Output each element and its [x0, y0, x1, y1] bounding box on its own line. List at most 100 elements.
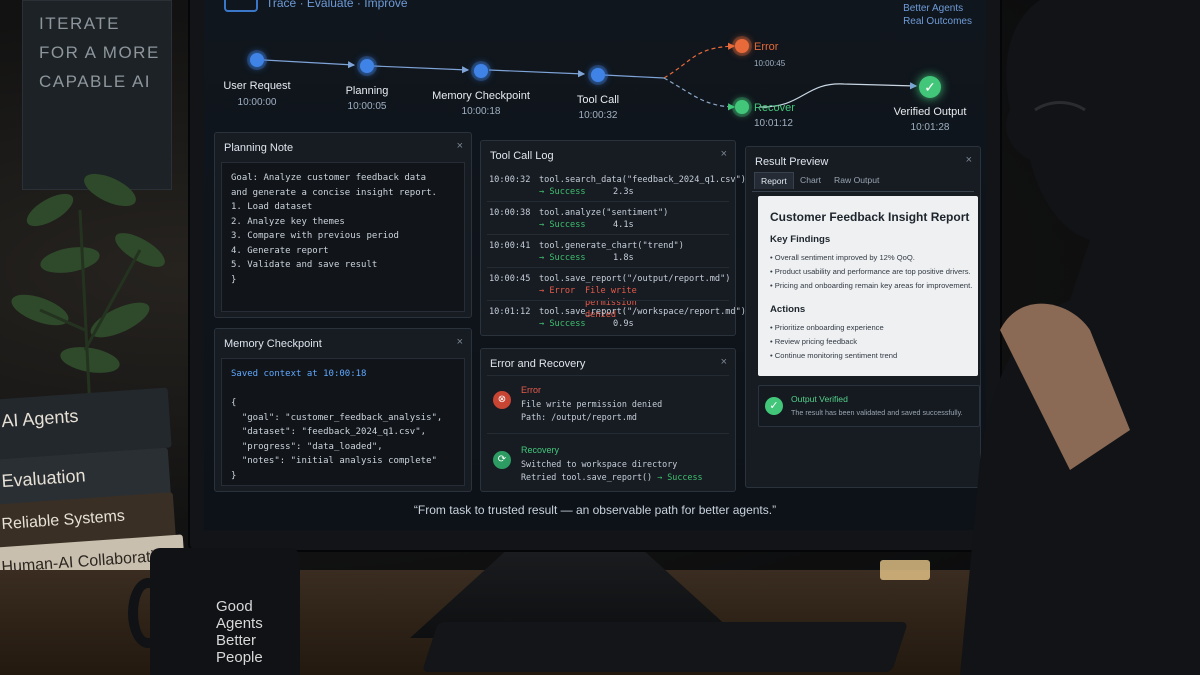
error-line: File write permission denied: [521, 399, 663, 409]
code-line: {: [231, 398, 237, 408]
node-recover[interactable]: [735, 100, 749, 114]
saved-context: Saved context at 10:00:18: [231, 369, 367, 379]
log-status: → Success: [539, 319, 586, 329]
node-time: 10:00:05: [347, 101, 387, 112]
log-call: tool.analyze("sentiment"): [539, 208, 669, 218]
node-planning[interactable]: [360, 59, 374, 73]
poster-line: FOR A MORE: [39, 43, 160, 62]
log-call: tool.save_report("/output/report.md"): [539, 274, 731, 284]
error-line: Path: /output/report.md: [521, 411, 637, 422]
action-item: • Continue monitoring sentiment trend: [770, 351, 898, 360]
findings-heading: Key Findings: [770, 234, 831, 245]
book-title: Reliable Systems: [0, 507, 126, 534]
code-line: "goal": "customer_feedback_analysis",: [231, 412, 443, 423]
node-memory-checkpoint[interactable]: [474, 64, 488, 78]
node-label: User Request: [223, 80, 291, 92]
monitor: Trace · Evaluate · Improve Better Agents…: [190, 0, 1000, 550]
screen: Trace · Evaluate · Improve Better Agents…: [204, 0, 986, 530]
node-time: 10:00:45: [754, 59, 786, 68]
panel-title: Memory Checkpoint: [224, 338, 322, 350]
code-line: }: [231, 274, 237, 285]
mug-line: Better: [216, 632, 257, 649]
divider: [487, 267, 729, 268]
action-item: • Prioritize onboarding experience: [770, 323, 884, 332]
photo-scene: ITERATE FOR A MORE CAPABLE AI AI Agents …: [0, 0, 1200, 675]
close-icon[interactable]: ×: [721, 356, 727, 368]
mug-text: Good Agents Better People: [216, 598, 263, 666]
log-time: 10:00:32: [489, 175, 531, 185]
node-label: Memory Checkpoint: [432, 90, 530, 102]
panel-title: Error and Recovery: [490, 358, 586, 370]
tool-call-log-panel: Tool Call Log × 10:00:32 tool.search_dat…: [480, 140, 746, 336]
code-line: Goal: Analyze customer feedback data: [231, 173, 427, 183]
actions-heading: Actions: [770, 304, 806, 315]
node-time: 10:01:12: [754, 118, 793, 129]
code-line: "notes": "initial analysis complete": [231, 456, 437, 466]
error-recovery-panel: Error and Recovery × ⊗ Error File write …: [480, 348, 736, 492]
panel-title: Planning Note: [224, 142, 294, 154]
tab-chart[interactable]: Chart: [794, 172, 827, 188]
poster-line: ITERATE: [39, 14, 121, 33]
memory-checkpoint-panel: Memory Checkpoint × Saved context at 10:…: [214, 328, 472, 492]
action-item: • Review pricing feedback: [770, 337, 858, 346]
node-label: Recover: [754, 102, 795, 114]
code-line: 4. Generate report: [231, 245, 329, 256]
node-time: 10:00:00: [237, 97, 277, 108]
code-line: 3. Compare with previous period: [231, 231, 399, 241]
divider: [487, 375, 729, 376]
tab-raw-output[interactable]: Raw Output: [828, 172, 885, 188]
node-time: 10:00:32: [578, 110, 618, 121]
code-line: 5. Validate and save result: [231, 260, 378, 270]
recovery-line: Switched to workspace directory: [521, 459, 678, 469]
log-status: → Success: [539, 187, 586, 197]
node-label: Error: [754, 41, 779, 53]
error-details: File write permission denied Path: /outpu…: [521, 398, 662, 423]
poster-line: CAPABLE AI: [39, 72, 152, 91]
memory-code: Saved context at 10:00:18 { "goal": "cus…: [221, 358, 465, 486]
close-icon[interactable]: ×: [457, 336, 463, 348]
code-line: 2. Analyze key themes: [231, 216, 345, 227]
mug-line: People: [216, 649, 263, 666]
verified-title: Output Verified: [791, 394, 848, 404]
code-line: and generate a concise insight report.: [231, 187, 437, 198]
recover-icon: ⟳: [493, 451, 511, 469]
panel-title: Result Preview: [755, 156, 829, 168]
log-duration: 0.9s: [613, 319, 634, 329]
log-duration: 2.3s: [613, 187, 634, 197]
log-duration: 1.8s: [613, 253, 634, 263]
divider: [487, 433, 729, 434]
flow-edge: [603, 74, 665, 79]
mug-line: Good: [216, 598, 253, 615]
plant-image: [11, 173, 165, 410]
node-label: Tool Call: [576, 94, 620, 106]
planning-code: Goal: Analyze customer feedback data and …: [221, 162, 465, 312]
tab-report[interactable]: Report: [754, 172, 794, 189]
log-time: 10:00:45: [489, 274, 531, 284]
person-silhouette: [960, 0, 1200, 675]
flow-edge-recover: [663, 77, 736, 111]
code-line: "dataset": "feedback_2024_q1.csv",: [231, 427, 427, 437]
code-line: "progress": "data_loaded",: [231, 441, 383, 452]
node-error[interactable]: [735, 39, 749, 53]
code-line: 1. Load dataset: [231, 202, 313, 212]
node-time: 10:00:18: [461, 106, 501, 117]
log-call: tool.search_data("feedback_2024_q1.csv"): [539, 175, 746, 185]
check-icon: ✓: [765, 397, 783, 415]
footer-quote: “From task to trusted result — an observ…: [413, 503, 777, 517]
node-user-request[interactable]: [250, 53, 264, 67]
code-line: }: [231, 470, 237, 481]
flow-edge: [373, 65, 470, 74]
log-time: 10:00:41: [489, 241, 531, 251]
log-time: 10:01:12: [489, 307, 531, 317]
close-icon[interactable]: ×: [721, 148, 727, 160]
recovery-line: Retried tool.save_report(): [521, 471, 653, 482]
flow-edge-error: [663, 42, 736, 79]
node-tool-call[interactable]: [591, 68, 605, 82]
log-call: tool.generate_chart("trend"): [539, 241, 684, 251]
close-icon[interactable]: ×: [457, 140, 463, 152]
log-call: tool.save_report("/workspace/report.md"): [539, 307, 746, 317]
mug-line: Agents: [216, 615, 263, 632]
log-status: → Error: [539, 286, 576, 296]
keyboard: [421, 622, 909, 672]
log-status: → Success: [539, 253, 586, 263]
